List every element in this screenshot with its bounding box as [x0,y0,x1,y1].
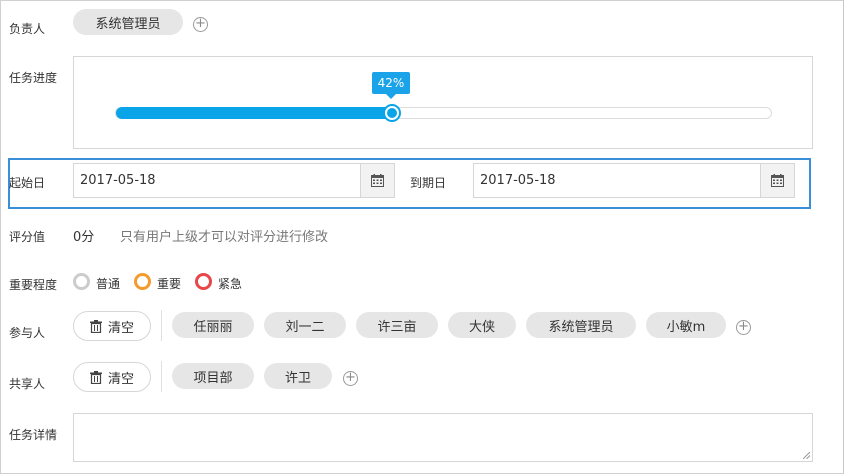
participant-tag[interactable]: 系统管理员 [526,312,636,338]
sharers-label: 共享人 [9,377,46,391]
priority-urgent-radio[interactable] [195,273,212,290]
sharer-tag[interactable]: 项目部 [172,363,254,389]
sharers-divider [161,361,162,392]
participant-tag[interactable]: 刘一二 [264,312,346,338]
sharers-clear-button[interactable]: 清空 [73,362,151,392]
details-textarea[interactable] [73,413,813,462]
progress-slider-track[interactable] [115,104,772,122]
start-date-field[interactable]: 2017-05-18 [73,163,395,198]
calendar-icon [771,174,784,187]
participant-tag[interactable]: 任丽丽 [172,312,254,338]
start-date-calendar-button[interactable] [360,163,395,198]
progress-slider-handle[interactable] [383,104,401,122]
participant-tag[interactable]: 许三亩 [356,312,438,338]
add-participant-plus-icon[interactable] [736,320,751,335]
participant-tag[interactable]: 大侠 [448,312,516,338]
participants-clear-button[interactable]: 清空 [73,311,151,341]
priority-normal-label: 普通 [96,277,121,291]
trash-icon [89,370,102,384]
due-date-value: 2017-05-18 [480,173,556,188]
priority-important-label: 重要 [157,277,182,291]
owner-label: 负责人 [9,22,46,36]
resize-handle-icon[interactable] [803,452,810,459]
participant-tag[interactable]: 小敏m [646,312,726,338]
start-date-value: 2017-05-18 [80,173,156,188]
participants-label: 参与人 [9,326,46,340]
score-note: 只有用户上级才可以对评分进行修改 [120,230,329,245]
participants-divider [161,310,162,341]
calendar-icon [371,174,384,187]
priority-urgent-label: 紧急 [218,277,243,291]
trash-icon [89,319,102,333]
priority-label: 重要程度 [9,278,58,292]
due-date-label: 到期日 [410,176,447,190]
priority-important-radio[interactable] [134,273,151,290]
start-date-label: 起始日 [9,176,46,190]
score-value: 0分 [73,230,95,245]
sharers-clear-label: 清空 [107,371,134,387]
score-label: 评分值 [9,230,46,244]
progress-slider-fill [116,107,392,119]
progress-panel [73,56,813,149]
add-owner-plus-icon[interactable] [193,17,208,32]
sharer-tag[interactable]: 许卫 [264,363,332,389]
owner-tag[interactable]: 系统管理员 [73,9,183,35]
participants-clear-label: 清空 [107,320,134,336]
priority-normal-radio[interactable] [73,273,90,290]
progress-tooltip: 42% [372,72,410,99]
details-label: 任务详情 [9,428,58,442]
due-date-calendar-button[interactable] [760,163,795,198]
progress-label: 任务进度 [9,71,58,85]
due-date-field[interactable]: 2017-05-18 [473,163,795,198]
add-sharer-plus-icon[interactable] [343,371,358,386]
